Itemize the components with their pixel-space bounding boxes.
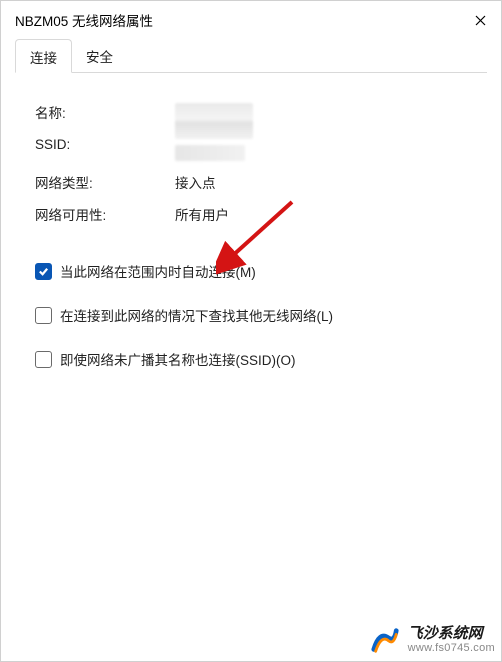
auto-connect-checkbox[interactable] <box>35 263 52 280</box>
network-type-label: 网络类型: <box>35 172 175 192</box>
network-availability-value: 所有用户 <box>175 204 467 224</box>
window-title: NBZM05 无线网络属性 <box>15 10 153 30</box>
connect-hidden-checkbox-row[interactable]: 即使网络未广播其名称也连接(SSID)(O) <box>35 349 467 369</box>
title-bar: NBZM05 无线网络属性 <box>1 1 501 39</box>
checkbox-group: 当此网络在范围内时自动连接(M) 在连接到此网络的情况下查找其他无线网络(L) … <box>35 261 467 369</box>
tab-content: 名称: SSID: 网络类型: 接入点 网络可用性: 所有用户 当此网络在范围内… <box>1 73 501 369</box>
connect-hidden-checkbox[interactable] <box>35 351 52 368</box>
close-button[interactable] <box>471 11 489 29</box>
watermark-title: 飞沙系统网 <box>408 626 495 643</box>
tab-connection[interactable]: 连接 <box>15 39 72 73</box>
ssid-label: SSID: <box>35 137 175 152</box>
auto-connect-label: 当此网络在范围内时自动连接(M) <box>60 261 256 281</box>
watermark-logo-icon <box>370 625 400 655</box>
look-for-other-checkbox[interactable] <box>35 307 52 324</box>
watermark-url: www.fs0745.com <box>408 642 495 654</box>
look-for-other-label: 在连接到此网络的情况下查找其他无线网络(L) <box>60 305 333 325</box>
network-type-value: 接入点 <box>175 172 467 192</box>
tab-strip: 连接 安全 <box>15 39 487 73</box>
connect-hidden-label: 即使网络未广播其名称也连接(SSID)(O) <box>60 349 296 369</box>
watermark: 飞沙系统网 www.fs0745.com <box>364 621 501 657</box>
wireless-properties-dialog: NBZM05 无线网络属性 连接 安全 名称: SSID: <box>0 0 502 662</box>
network-type-row: 网络类型: 接入点 <box>35 173 467 191</box>
tab-security-label: 安全 <box>86 50 113 65</box>
name-value-redacted <box>175 103 253 139</box>
ssid-value-redacted <box>175 145 245 161</box>
name-label: 名称: <box>35 102 175 122</box>
network-availability-label: 网络可用性: <box>35 204 175 224</box>
close-icon <box>475 15 486 26</box>
name-ssid-row: 名称: SSID: <box>35 103 467 167</box>
look-for-other-checkbox-row[interactable]: 在连接到此网络的情况下查找其他无线网络(L) <box>35 305 467 325</box>
tabs-container: 连接 安全 <box>1 39 501 73</box>
network-availability-row: 网络可用性: 所有用户 <box>35 205 467 223</box>
checkmark-icon <box>38 266 49 277</box>
tab-connection-label: 连接 <box>30 51 57 66</box>
auto-connect-checkbox-row[interactable]: 当此网络在范围内时自动连接(M) <box>35 261 467 281</box>
tab-security[interactable]: 安全 <box>72 39 127 72</box>
